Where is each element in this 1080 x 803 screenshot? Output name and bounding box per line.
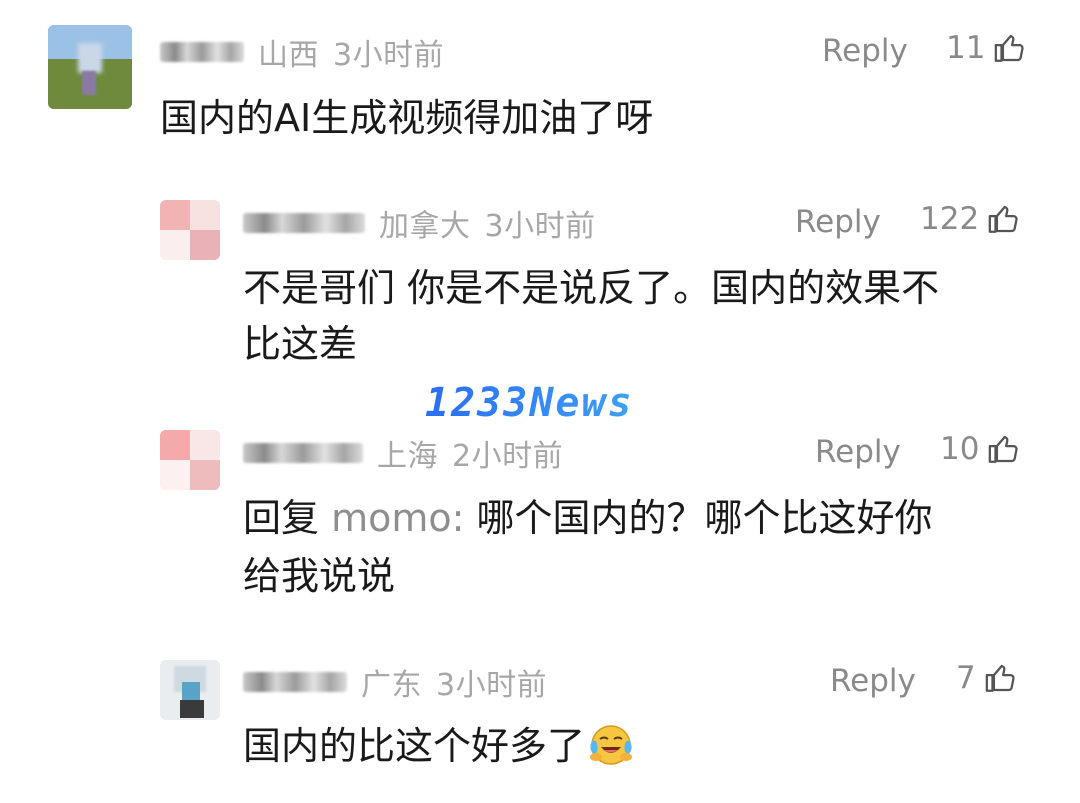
thumbs-up-icon [984, 661, 1018, 695]
comment-text: 国内的比这个好多了 [243, 718, 635, 782]
reply-button[interactable]: Reply [815, 434, 901, 470]
comment-1: 山西 3小时前 Reply 11 国内的AI生成视频得加油了呀 [0, 0, 1080, 180]
reply-button[interactable]: Reply [830, 663, 916, 699]
like-count: 122 [920, 201, 980, 237]
comment-text-line-1: 不是哥们 你是不是说反了。国内的效果不 [243, 266, 940, 310]
comment-text-line-2: 给我说说 [243, 554, 396, 598]
comment-text: 国内的AI生成视频得加油了呀 [160, 96, 654, 140]
comment-text: 哪个国内的？哪个比这好你 [476, 496, 933, 540]
location-label: 山西 [258, 38, 319, 73]
like-button[interactable]: 122 [920, 201, 1021, 237]
reply-to-user[interactable]: momo: [331, 496, 464, 540]
avatar[interactable] [160, 430, 220, 490]
avatar[interactable] [160, 200, 220, 260]
like-count: 10 [940, 431, 980, 467]
laughing-crying-face-icon [587, 723, 635, 782]
comment-2: 加拿大 3小时前 Reply 122 不是哥们 你是不是说反了。国内的效果不 比… [0, 190, 1080, 390]
like-button[interactable]: 11 [946, 30, 1027, 66]
comment-3: 上海 2小时前 Reply 10 回复 momo: 哪个国内的？哪个比这好你 给… [0, 420, 1080, 620]
timestamp: 3小时前 [436, 668, 548, 703]
comment-4: 广东 3小时前 Reply 7 国内的比这个好多了 [0, 650, 1080, 800]
timestamp: 2小时前 [452, 439, 564, 474]
like-button[interactable]: 7 [956, 660, 1018, 696]
comment-text-line-1: 回复 momo: 哪个国内的？哪个比这好你 [243, 490, 933, 546]
location-label: 加拿大 [379, 209, 471, 244]
reply-button[interactable]: Reply [795, 204, 881, 240]
comment-text-body: 国内的比这个好多了 [243, 724, 586, 768]
location-label: 上海 [377, 439, 438, 474]
thumbs-up-icon [987, 432, 1021, 466]
reply-button[interactable]: Reply [822, 33, 908, 69]
location-label: 广东 [361, 668, 422, 703]
timestamp: 3小时前 [484, 209, 596, 244]
username-blurred[interactable] [243, 213, 365, 233]
reply-prefix: 回复 [243, 496, 320, 540]
avatar[interactable] [160, 660, 220, 720]
thumbs-up-icon [987, 202, 1021, 236]
avatar[interactable] [48, 25, 132, 109]
like-button[interactable]: 10 [940, 431, 1021, 467]
like-count: 7 [956, 660, 976, 696]
comment-text-line-2: 比这差 [243, 322, 358, 366]
username-blurred[interactable] [243, 443, 363, 463]
like-count: 11 [946, 30, 986, 66]
username-blurred[interactable] [243, 672, 347, 692]
thumbs-up-icon [993, 31, 1027, 65]
username-blurred[interactable] [160, 42, 244, 62]
timestamp: 3小时前 [333, 38, 445, 73]
